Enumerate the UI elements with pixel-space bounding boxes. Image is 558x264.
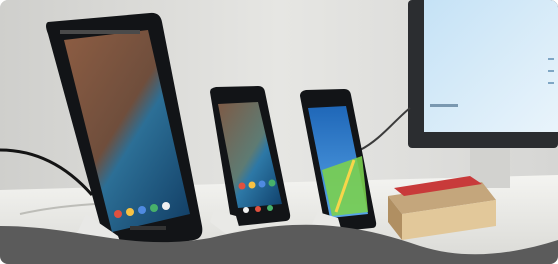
photo-card: [0, 0, 558, 264]
product-photo: [0, 0, 558, 264]
